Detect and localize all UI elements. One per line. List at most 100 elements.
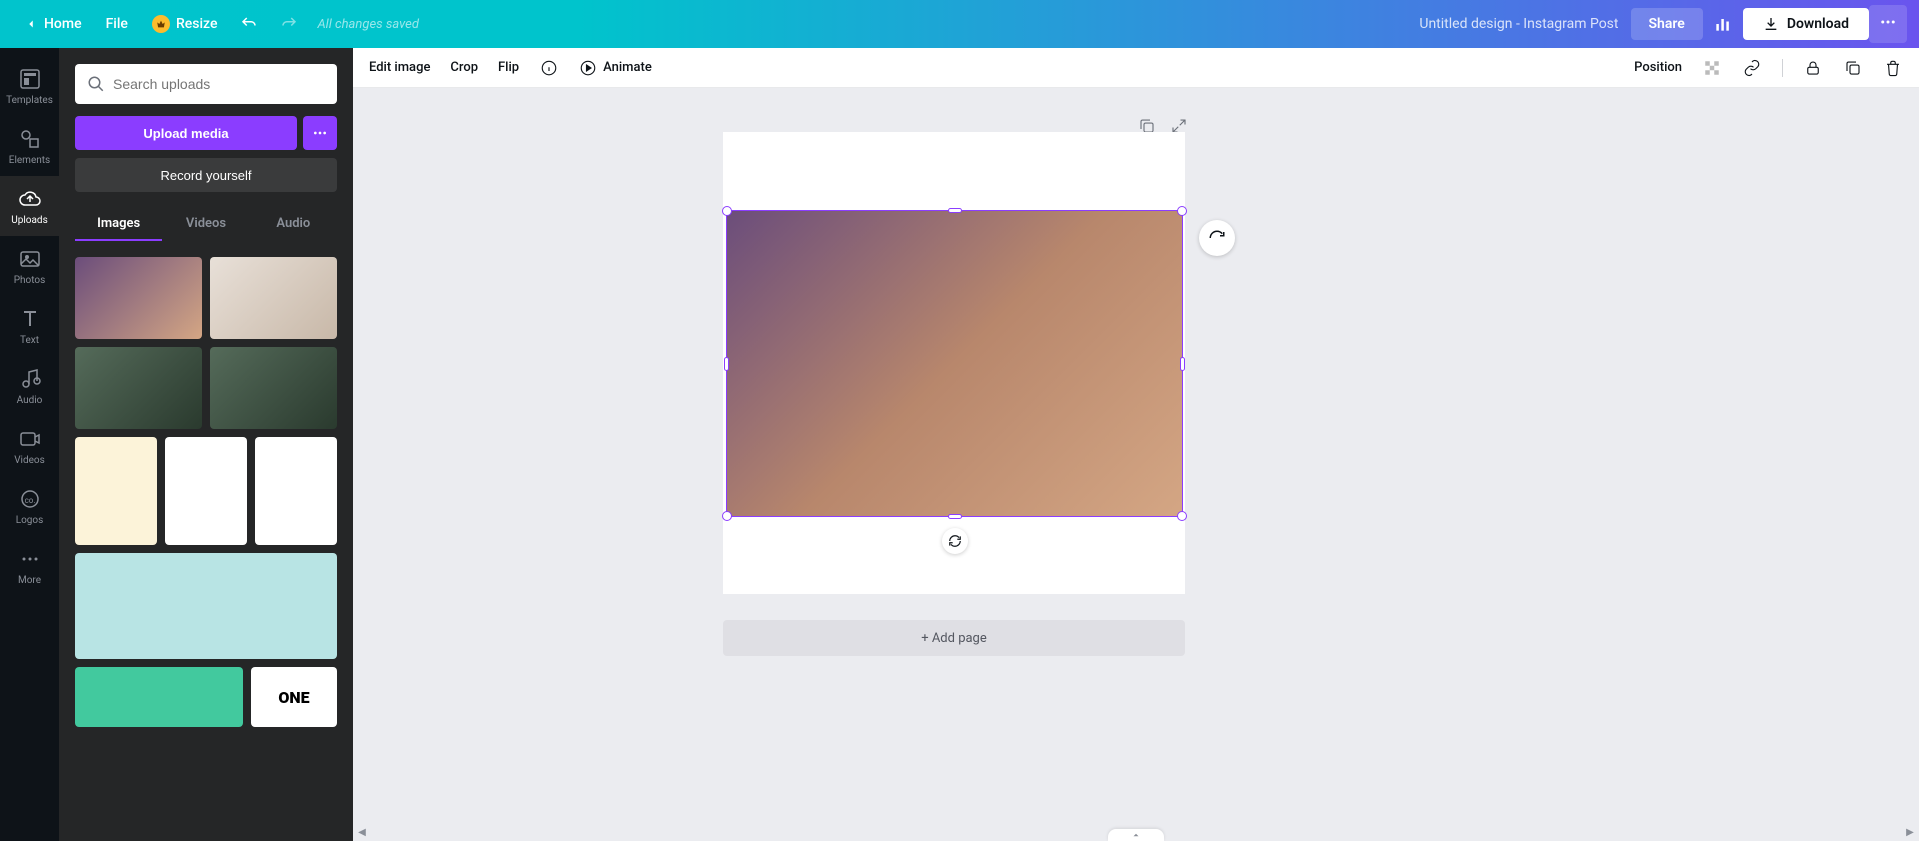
lock-button[interactable] bbox=[1803, 58, 1823, 78]
chevron-up-icon bbox=[1131, 830, 1141, 840]
upload-media-button[interactable]: Upload media bbox=[75, 116, 297, 150]
upload-thumb[interactable] bbox=[210, 347, 337, 429]
rail-label: Templates bbox=[6, 95, 53, 106]
resize-handle-l[interactable] bbox=[724, 357, 729, 371]
search-uploads[interactable] bbox=[75, 64, 337, 104]
resize-handle-t[interactable] bbox=[948, 208, 962, 213]
resize-handle-b[interactable] bbox=[948, 514, 962, 519]
upload-gallery: ONE bbox=[75, 257, 337, 727]
transparency-icon bbox=[1703, 59, 1721, 77]
flip-button[interactable]: Flip bbox=[498, 60, 519, 75]
animate-icon bbox=[579, 59, 597, 77]
upload-thumb[interactable] bbox=[75, 667, 243, 727]
rail-label: Elements bbox=[9, 155, 50, 166]
rail-elements[interactable]: Elements bbox=[0, 116, 59, 176]
back-button[interactable]: Home bbox=[12, 8, 94, 40]
rail-photos[interactable]: Photos bbox=[0, 236, 59, 296]
search-input[interactable] bbox=[113, 76, 325, 92]
duplicate-icon bbox=[1844, 59, 1862, 77]
rail-videos[interactable]: Videos bbox=[0, 416, 59, 476]
rail-audio[interactable]: Audio bbox=[0, 356, 59, 416]
lock-icon bbox=[1804, 59, 1822, 77]
animate-button[interactable]: Animate bbox=[579, 58, 652, 78]
logos-icon: co. bbox=[18, 487, 42, 511]
selected-image[interactable] bbox=[726, 210, 1183, 517]
redo-icon bbox=[280, 15, 298, 33]
transparency-button[interactable] bbox=[1702, 58, 1722, 78]
trash-icon bbox=[1884, 59, 1902, 77]
home-label: Home bbox=[44, 16, 82, 32]
refresh-button[interactable] bbox=[1199, 220, 1235, 256]
top-toolbar: Home File Resize All changes saved Untit… bbox=[0, 0, 1919, 48]
templates-icon bbox=[18, 67, 42, 91]
rail-label: Logos bbox=[16, 515, 44, 526]
share-button[interactable]: Share bbox=[1631, 8, 1703, 40]
more-menu-button[interactable] bbox=[1869, 5, 1907, 43]
page-tray-toggle[interactable] bbox=[1108, 829, 1164, 841]
info-icon bbox=[540, 59, 558, 77]
animate-label: Animate bbox=[603, 60, 652, 75]
save-status: All changes saved bbox=[317, 17, 418, 32]
rail-label: Videos bbox=[14, 455, 45, 466]
crop-button[interactable]: Crop bbox=[450, 60, 478, 75]
photos-icon bbox=[18, 247, 42, 271]
media-tabs: Images Videos Audio bbox=[75, 208, 337, 241]
more-icon bbox=[18, 547, 42, 571]
resize-handle-br[interactable] bbox=[1177, 511, 1187, 521]
rail-uploads[interactable]: Uploads bbox=[0, 176, 59, 236]
resize-button[interactable]: Resize bbox=[140, 7, 230, 41]
upload-thumb[interactable] bbox=[75, 437, 157, 545]
tab-videos[interactable]: Videos bbox=[162, 208, 249, 241]
upload-thumb[interactable] bbox=[75, 347, 202, 429]
duplicate-button[interactable] bbox=[1843, 58, 1863, 78]
resize-handle-bl[interactable] bbox=[722, 511, 732, 521]
upload-thumb[interactable] bbox=[255, 437, 337, 545]
crown-icon bbox=[156, 19, 166, 29]
design-title[interactable]: Untitled design - Instagram Post bbox=[1419, 16, 1618, 32]
upload-thumb[interactable] bbox=[75, 257, 202, 339]
undo-button[interactable] bbox=[229, 8, 269, 40]
upload-thumb[interactable] bbox=[210, 257, 337, 339]
rail-label: Uploads bbox=[11, 215, 47, 226]
search-icon bbox=[87, 75, 105, 93]
dots-icon bbox=[312, 125, 328, 141]
text-icon bbox=[18, 307, 42, 331]
record-yourself-button[interactable]: Record yourself bbox=[75, 158, 337, 192]
rail-label: Audio bbox=[17, 395, 43, 406]
undo-icon bbox=[240, 15, 258, 33]
rail-templates[interactable]: Templates bbox=[0, 56, 59, 116]
audio-icon bbox=[18, 367, 42, 391]
rail-text[interactable]: Text bbox=[0, 296, 59, 356]
download-button[interactable]: Download bbox=[1743, 8, 1869, 40]
resize-handle-tl[interactable] bbox=[722, 206, 732, 216]
upload-thumb[interactable] bbox=[165, 437, 247, 545]
link-icon bbox=[1743, 59, 1761, 77]
resize-handle-r[interactable] bbox=[1180, 357, 1185, 371]
redo-button[interactable] bbox=[269, 8, 309, 40]
scroll-left[interactable]: ◀ bbox=[355, 825, 369, 839]
rotate-handle[interactable] bbox=[942, 528, 968, 554]
info-button[interactable] bbox=[539, 58, 559, 78]
chart-icon bbox=[1713, 14, 1733, 34]
link-button[interactable] bbox=[1742, 58, 1762, 78]
tab-images[interactable]: Images bbox=[75, 208, 162, 241]
resize-handle-tr[interactable] bbox=[1177, 206, 1187, 216]
position-button[interactable]: Position bbox=[1634, 60, 1682, 75]
rail-more[interactable]: More bbox=[0, 536, 59, 596]
upload-row: Upload media bbox=[75, 116, 337, 150]
file-menu[interactable]: File bbox=[94, 8, 140, 40]
upload-more-button[interactable] bbox=[303, 116, 337, 150]
insights-button[interactable] bbox=[1703, 8, 1743, 40]
crown-badge bbox=[152, 15, 170, 33]
scroll-right[interactable]: ▶ bbox=[1903, 825, 1917, 839]
tab-audio[interactable]: Audio bbox=[250, 208, 337, 241]
delete-button[interactable] bbox=[1883, 58, 1903, 78]
upload-thumb[interactable]: ONE bbox=[251, 667, 337, 727]
canvas-area[interactable]: + Add page ◀ ▶ bbox=[353, 88, 1919, 841]
rail-logos[interactable]: co. Logos bbox=[0, 476, 59, 536]
dots-icon bbox=[1879, 13, 1897, 31]
edit-image-button[interactable]: Edit image bbox=[369, 60, 430, 75]
upload-thumb[interactable] bbox=[75, 553, 337, 659]
svg-text:co.: co. bbox=[24, 496, 35, 505]
add-page-button[interactable]: + Add page bbox=[723, 620, 1185, 656]
